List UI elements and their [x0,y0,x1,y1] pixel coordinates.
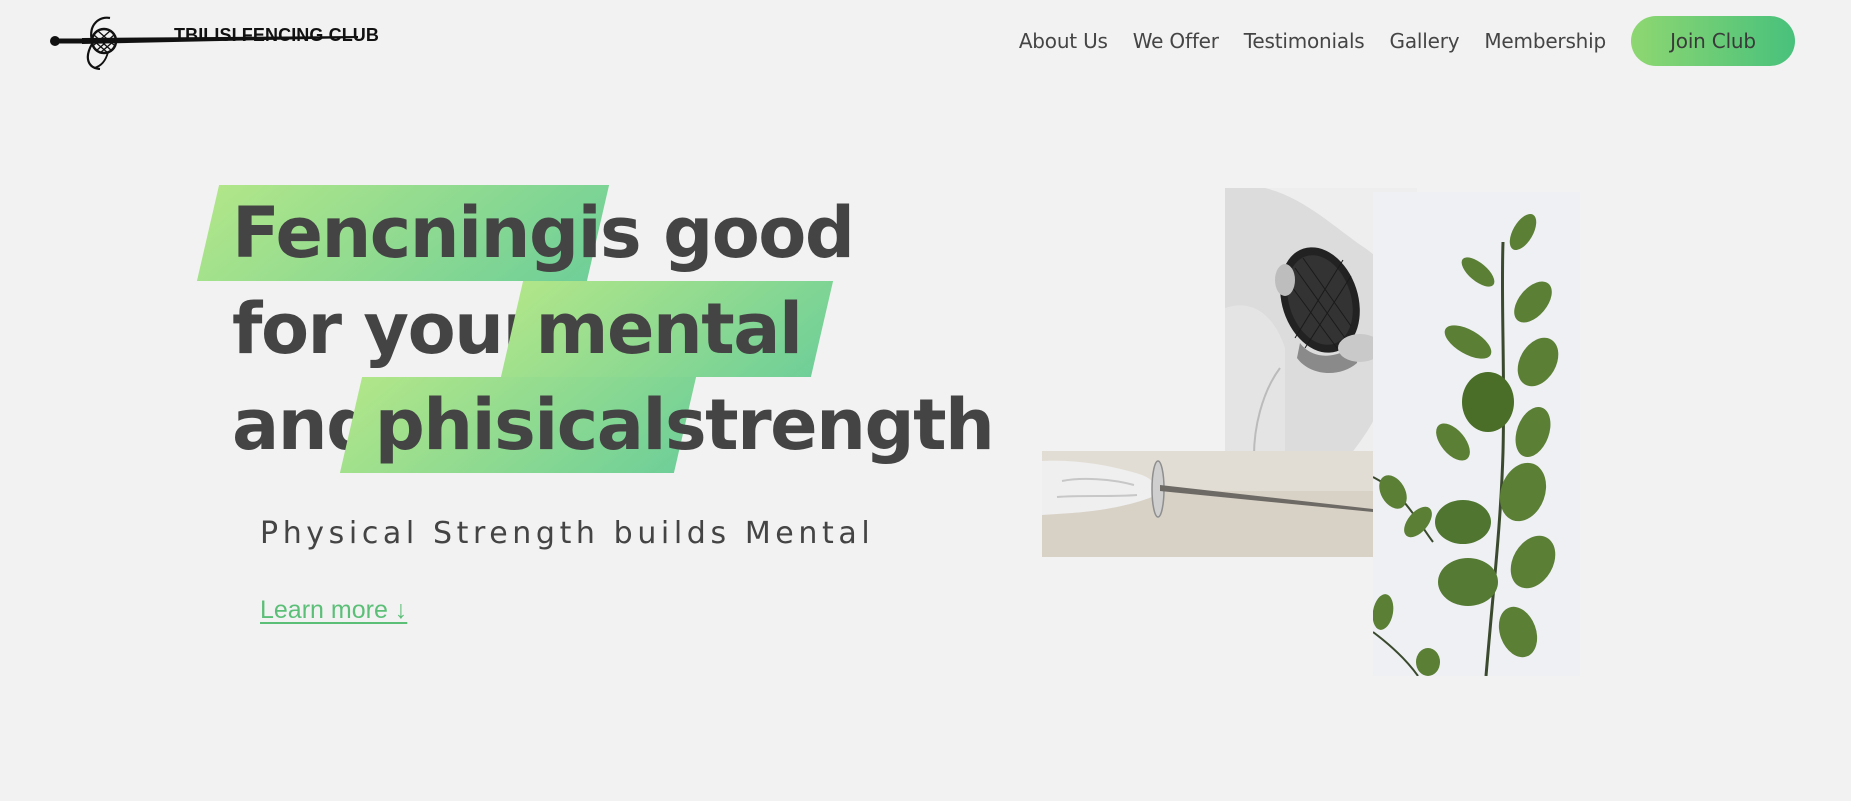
main-navigation: About Us We Offer Testimonials Gallery M… [1019,16,1795,66]
page: TBILISI FENCING CLUB About Us We Offer T… [0,0,1851,801]
learn-more-link[interactable]: Learn more ↓ [260,596,407,625]
headline-line-2: for your mental [232,281,803,377]
eucalyptus-plant-photo [1373,192,1580,676]
join-club-button[interactable]: Join Club [1631,16,1795,66]
logo-text: TBILISI FENCING CLUB [174,25,379,45]
headline-line-3: and phisical strength [232,377,995,473]
nav-link-testimonials[interactable]: Testimonials [1244,29,1365,53]
highlight-physical: phisical [375,377,667,473]
nav-link-gallery[interactable]: Gallery [1390,29,1460,53]
headline-text: strength [665,384,995,466]
highlight-fencing: Fencning [232,185,579,281]
headline-line-1: Fencning is good [232,185,855,281]
nav-link-membership[interactable]: Membership [1484,29,1606,53]
hero-subtitle: Physical Strength builds Mental [260,516,875,551]
nav-link-we-offer[interactable]: We Offer [1133,29,1219,53]
gloved-hand-blade-photo [1042,451,1373,557]
highlight-mental: mental [536,281,803,377]
headline-text: for your [232,288,537,370]
club-logo[interactable]: TBILISI FENCING CLUB [48,14,379,70]
nav-link-about-us[interactable]: About Us [1019,29,1108,53]
headline-text: is good [577,192,855,274]
